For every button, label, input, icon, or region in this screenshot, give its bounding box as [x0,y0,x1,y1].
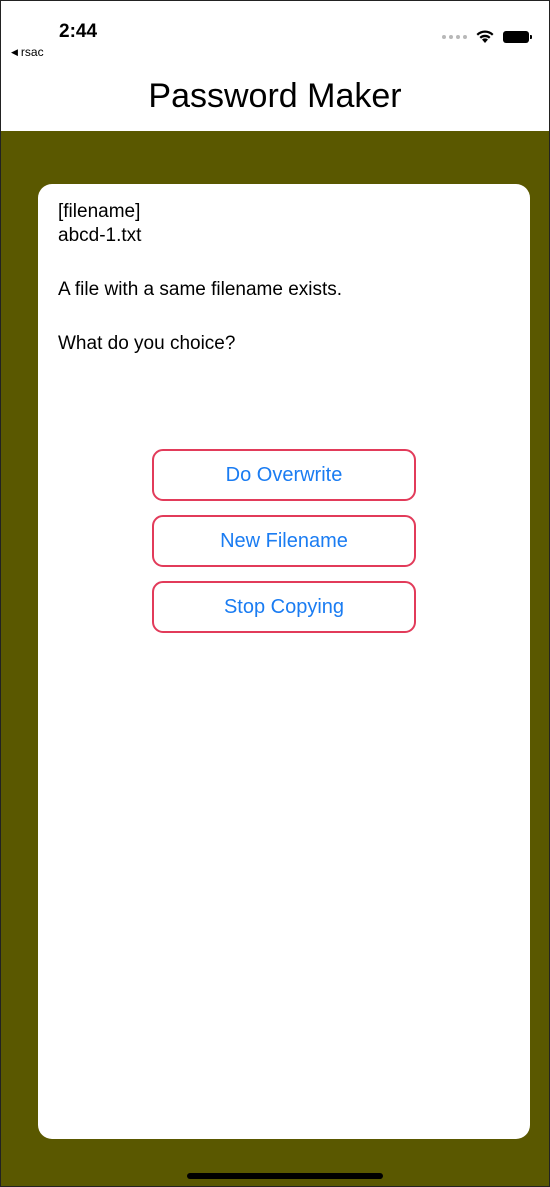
do-overwrite-button[interactable]: Do Overwrite [152,449,416,501]
status-icons [442,29,532,44]
back-to-app-link[interactable]: ◀ rsac [11,45,44,59]
dialog-message: A file with a same filename exists. [58,279,343,300]
battery-icon [503,30,532,43]
wifi-icon [476,30,494,43]
status-bar: 2:44 ◀ rsac [1,1,549,65]
dialog-text: [filename] abcd-1.txt A file with a same… [58,200,342,356]
status-time: 2:44 [59,21,98,42]
signal-dots-icon [442,34,467,39]
back-arrow-icon: ◀ [11,46,18,57]
home-indicator[interactable] [187,1173,383,1179]
page-title: Password Maker [148,77,402,115]
back-app-label: rsac [20,45,44,59]
app-screen: 2:44 ◀ rsac Password Maker [filename] ab… [0,0,550,1187]
filename-value: abcd-1.txt [58,225,142,246]
new-filename-button[interactable]: New Filename [152,515,416,567]
dialog-question: What do you choice? [58,333,236,354]
stop-copying-button[interactable]: Stop Copying [152,581,416,633]
file-exists-dialog: [filename] abcd-1.txt A file with a same… [38,184,530,1139]
filename-label: [filename] [58,201,141,222]
